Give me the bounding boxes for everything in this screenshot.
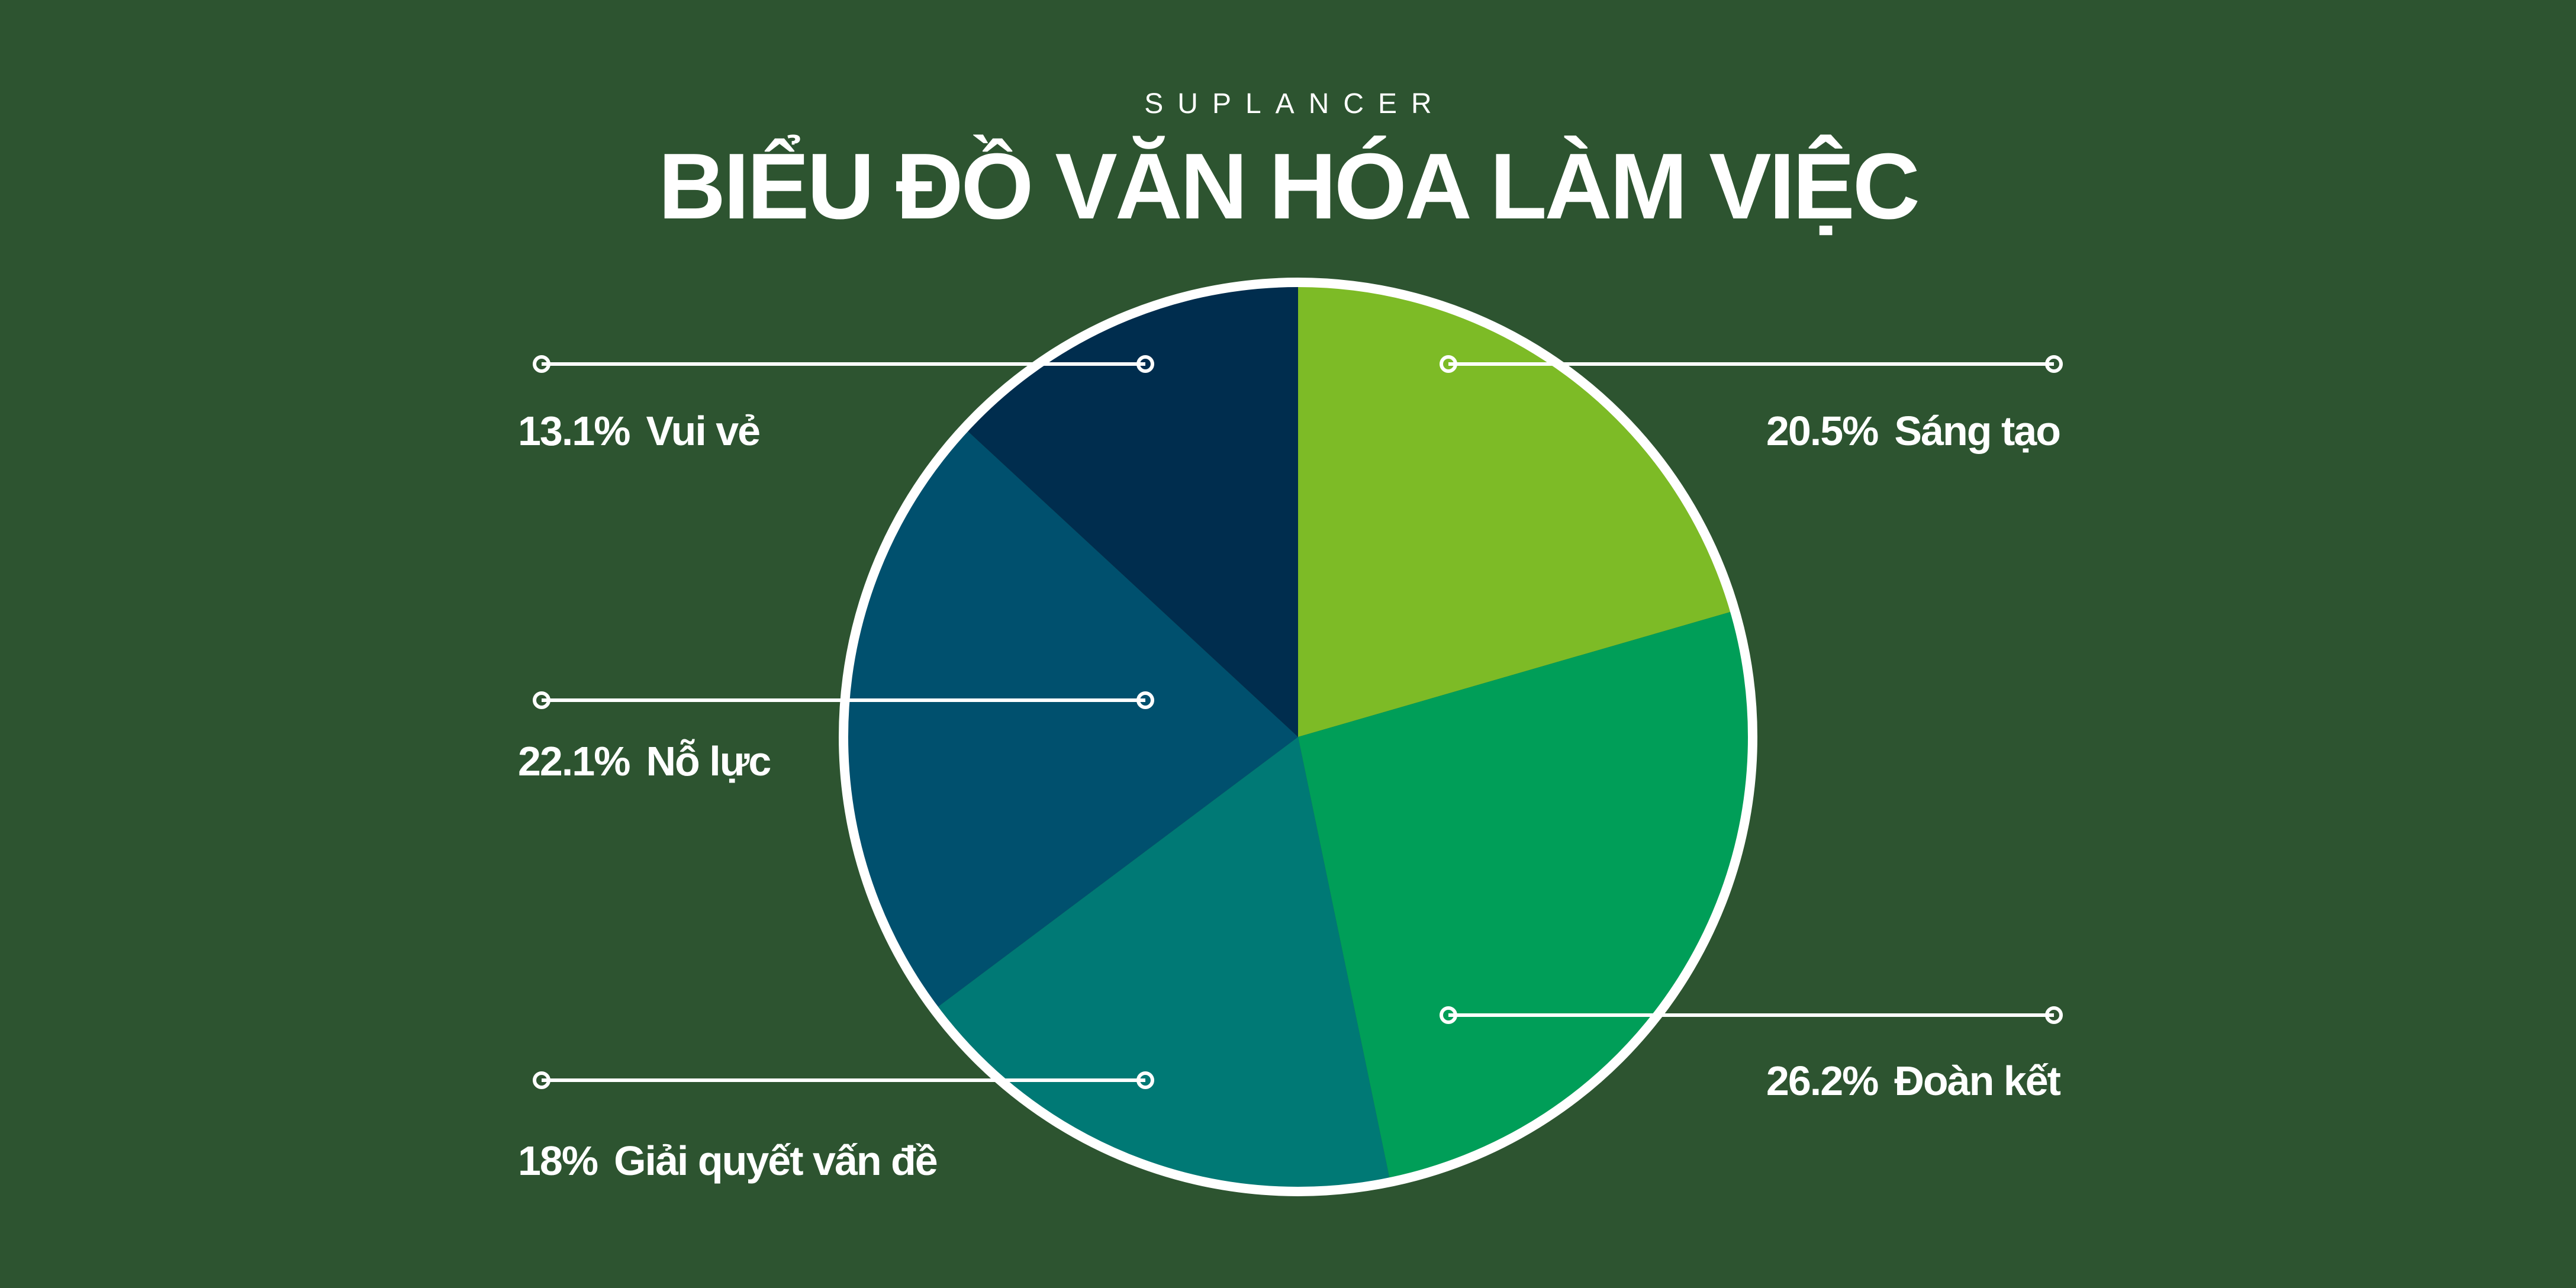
- slice-label-4: 22.1% Nỗ lực: [518, 738, 770, 784]
- slice-value-1: 20.5%: [1766, 408, 1878, 454]
- slice-label-5: 13.1% Vui vẻ: [518, 408, 759, 454]
- slice-value-3: 18%: [518, 1138, 598, 1184]
- slice-label-2: 26.2% Đoàn kết: [1766, 1058, 2061, 1104]
- slice-name-1: Sáng tạo: [1894, 408, 2060, 454]
- slice-value-5: 13.1%: [518, 408, 630, 454]
- slice-name-3: Giải quyết vấn đề: [614, 1138, 937, 1184]
- pie-slices: [846, 286, 1750, 1188]
- slice-name-5: Vui vẻ: [646, 408, 759, 454]
- slice-name-4: Nỗ lực: [646, 738, 770, 784]
- slice-name-2: Đoàn kết: [1894, 1058, 2060, 1104]
- slice-label-1: 20.5% Sáng tạo: [1766, 408, 2060, 454]
- pie-chart: 20.5% Sáng tạo 26.2% Đoàn kết 18% Giải quyết …: [518, 278, 2063, 1196]
- slice-label-3: 18% Giải quyết vấn đề: [518, 1138, 937, 1184]
- slice-value-4: 22.1%: [518, 738, 630, 784]
- slice-value-2: 26.2%: [1766, 1058, 1878, 1104]
